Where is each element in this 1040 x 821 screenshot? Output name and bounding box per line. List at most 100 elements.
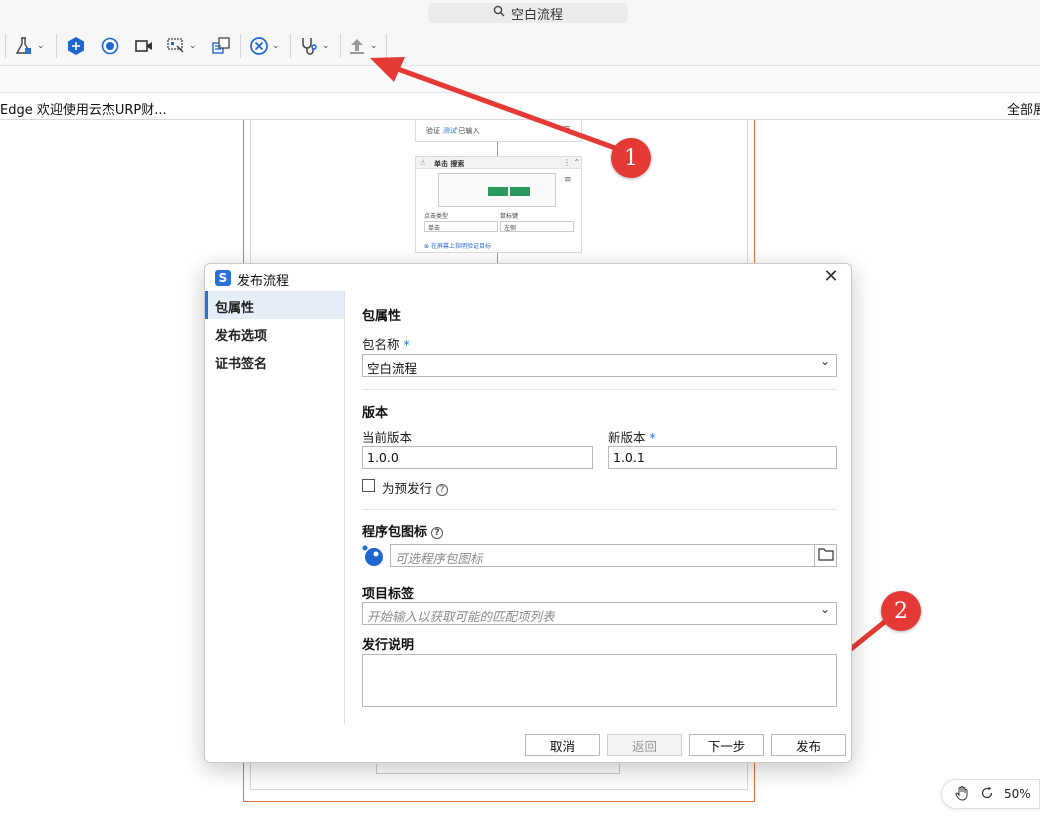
search-icon [493,5,505,21]
package-default-icon [362,545,384,571]
click-icon: ☝ [420,158,425,167]
divider [362,509,837,510]
release-notes-label: 发行说明 [362,638,415,653]
expand-all-label[interactable]: 全部展 [1007,99,1040,118]
package-name-label: 包名称 * [362,334,410,353]
menu-icon[interactable]: ≡ [564,175,572,185]
package-icon-label: 程序包图标? [362,521,444,540]
activity-title: 单击 搜索 [434,160,465,168]
hand-pan-icon[interactable] [954,785,970,804]
new-version-label: 新版本 * [608,427,656,446]
click-activity-card[interactable]: 单击 搜索 ☝ ⋮ ⌃ ≡ 点击类型 鼠标键 单击 左侧 ⊕ 在屏幕上指明验证目… [415,156,582,253]
help-icon[interactable]: ? [436,484,449,496]
zoom-level[interactable]: 50% [1004,787,1031,801]
window-title: 空白流程 [510,7,563,23]
package-name-label-text: 包名称 [362,337,400,352]
chevron-down-icon: ⌄ [189,41,197,51]
project-tags-label: 项目标签 [362,587,415,602]
title-bar: 空白流程 [0,0,1040,26]
nav-publish-options[interactable]: 发布选项 [205,319,344,347]
close-icon[interactable]: ✕ [821,268,841,288]
click-type-value: 单击 [428,225,441,232]
annotation-badge-2: 2 [881,591,921,631]
record-icon [100,36,120,56]
zoom-control: 50% [941,779,1040,809]
publish-process-dialog: S 发布流程 ✕ 包属性 发布选项 证书签名 包属性 包名称 * 空白流程 版本… [204,263,852,763]
publish-button[interactable]: 发布 [771,734,846,756]
section-title: 包属性 [362,309,402,324]
click-type-label: 点击类型 [424,213,449,220]
close-circle-icon [249,36,269,56]
remove-unused-button[interactable]: ⌄ [249,34,280,58]
new-version-input[interactable]: 1.0.1 [608,446,837,469]
ribbon-separator [386,34,387,58]
nav-certificate-signing[interactable]: 证书签名 [205,347,344,375]
connector-line [497,253,498,263]
browse-folder-button[interactable] [814,544,837,567]
test-button[interactable]: ⌄ [14,34,45,58]
current-version-input[interactable]: 1.0.0 [362,446,593,469]
connector-line [497,142,498,156]
window-title-search[interactable]: 空白流程 [428,3,628,23]
analyze-button[interactable]: ⌄ [299,34,330,58]
chevron-down-icon: ⌄ [272,41,280,51]
current-version-label: 当前版本 [362,430,413,445]
ribbon-toolbar: ⌄ ⌄ ⌄ ⌄ ⌄ [0,26,1040,66]
upload-icon [347,36,367,56]
ui-explorer-button[interactable] [66,34,86,58]
version-section-title: 版本 [362,406,389,421]
back-button[interactable]: 返回 [607,734,682,756]
sequence-footer [376,764,620,774]
ribbon-lower-area [0,66,1040,93]
required-mark: * [649,430,656,445]
flask-icon [14,36,34,56]
required-mark: * [403,337,410,352]
mouse-key-label: 鼠标键 [500,213,519,220]
project-tags-input[interactable]: 开始输入以获取可能的匹配项列表 [362,602,837,625]
ribbon-separator [340,34,341,58]
verify-activity-card[interactable]: 验证 测试 已输入 ≡ [415,120,582,142]
package-icon-input[interactable]: 可选程序包图标 [390,544,815,567]
stethoscope-icon [299,36,319,56]
reset-zoom-icon[interactable] [980,786,994,803]
divider [362,389,837,390]
new-version-value: 1.0.1 [613,450,645,465]
nav-package-properties[interactable]: 包属性 [205,291,344,319]
dialog-footer: 取消 返回 下一步 发布 [205,724,851,762]
project-tags-placeholder: 开始输入以获取可能的匹配项列表 [367,609,555,624]
screenshot-button [510,187,530,196]
ribbon-separator [56,34,57,58]
browser-tab-bar: Edge 欢迎使用云杰URP财... 全部展 [0,93,1040,120]
chevron-down-icon: ⌄ [37,41,45,51]
package-name-dropdown[interactable]: 空白流程 [362,354,837,377]
cancel-button[interactable]: 取消 [525,734,600,756]
chevron-down-icon: ⌄ [370,41,378,51]
prerelease-checkbox[interactable] [362,479,375,492]
ribbon-separator [5,34,6,58]
annotation-badge-1: 1 [611,138,651,178]
data-scraping-button[interactable] [211,34,231,58]
record-button[interactable] [100,34,120,58]
data-scraping-icon [211,36,231,56]
activity-text: 验证 [426,127,440,135]
screen-record-button[interactable] [134,34,154,58]
menu-icon[interactable]: ≡ [563,124,571,134]
dialog-header: S 发布流程 ✕ [205,264,851,291]
mouse-key-select[interactable]: 左侧 [500,221,574,232]
ribbon-separator [290,34,291,58]
collapse-icon[interactable]: ⋮ ⌃ [563,158,580,167]
release-notes-textarea[interactable] [362,654,837,707]
screen-scraping-button[interactable]: ⌄ [166,34,197,58]
help-icon[interactable]: ? [431,527,444,539]
screenshot-button [488,187,508,196]
new-version-label-text: 新版本 [608,430,646,445]
indicate-target-text: 在屏幕上指明验证目标 [430,243,491,250]
publish-toolbar-button[interactable]: ⌄ [347,34,378,58]
next-button[interactable]: 下一步 [689,734,764,756]
mouse-key-value: 左侧 [504,225,517,232]
dialog-title: 发布流程 [237,274,290,289]
package-name-value: 空白流程 [367,361,418,376]
click-type-select[interactable]: 单击 [424,221,498,232]
indicate-target-link[interactable]: ⊕ 在屏幕上指明验证目标 [424,241,491,250]
browser-tab-label[interactable]: Edge 欢迎使用云杰URP财... [0,99,167,118]
